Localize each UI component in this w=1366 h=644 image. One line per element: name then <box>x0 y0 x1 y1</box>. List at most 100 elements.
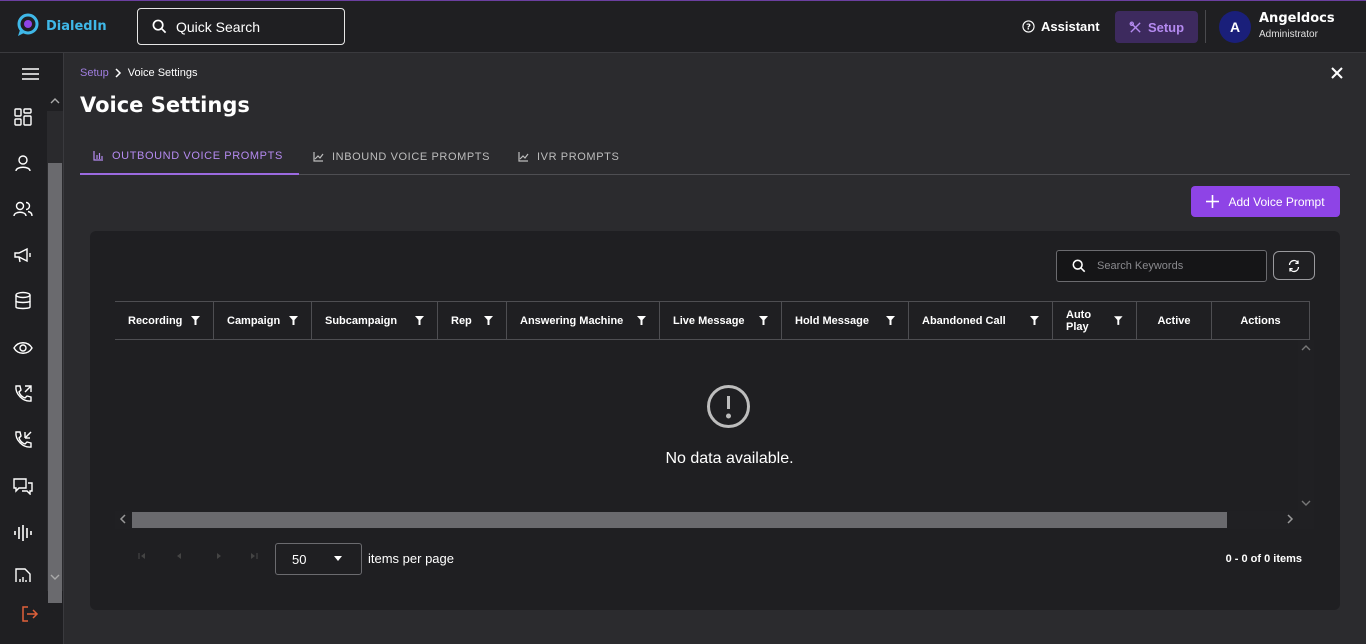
horizontal-scroll-thumb[interactable] <box>132 512 1227 528</box>
search-icon <box>152 19 167 34</box>
tab-label: OUTBOUND VOICE PROMPTS <box>112 149 283 162</box>
sidebar-item-reports[interactable] <box>12 568 34 582</box>
sidebar-item-outbound[interactable] <box>12 383 34 405</box>
filter-icon[interactable] <box>637 315 646 326</box>
previous-page-icon[interactable] <box>174 551 184 561</box>
column-header[interactable]: Campaign <box>214 302 312 339</box>
scroll-down-icon[interactable] <box>1301 499 1311 507</box>
table-vertical-scrollbar[interactable] <box>1298 340 1314 512</box>
scroll-right-icon[interactable] <box>1286 514 1294 524</box>
column-header[interactable]: Answering Machine <box>507 302 660 339</box>
breadcrumb: Setup Voice Settings <box>80 67 197 79</box>
sidebar-item-dashboard[interactable] <box>12 106 34 128</box>
filter-icon[interactable] <box>415 315 424 326</box>
column-header[interactable]: Actions <box>1212 302 1310 339</box>
column-header[interactable]: Auto Play <box>1053 302 1137 339</box>
logo-text: DialedIn <box>46 18 107 34</box>
menu-toggle-button[interactable] <box>22 67 39 86</box>
table-header: Recording Campaign Subcampaign Rep Answering… <box>115 301 1310 340</box>
column-header-label: Live Message <box>673 314 745 327</box>
last-page-icon[interactable] <box>249 551 259 561</box>
filter-icon[interactable] <box>886 315 895 326</box>
column-header[interactable]: Recording <box>115 302 214 339</box>
sidebar-item-database[interactable] <box>12 290 34 312</box>
column-header-label: Abandoned Call <box>922 314 1006 327</box>
column-header-label: Actions <box>1240 314 1281 327</box>
quick-search[interactable]: Quick Search <box>137 8 345 45</box>
tab-label: INBOUND VOICE PROMPTS <box>332 150 491 163</box>
tab-bar: OUTBOUND VOICE PROMPTS INBOUND VOICE PRO… <box>80 138 1350 175</box>
user-role: Administrator <box>1259 29 1318 40</box>
setup-button[interactable]: Setup <box>1115 11 1198 43</box>
column-header-label: Auto Play <box>1066 308 1092 333</box>
setup-label: Setup <box>1147 19 1185 35</box>
scroll-left-icon[interactable] <box>119 514 127 524</box>
column-header[interactable]: Hold Message <box>782 302 909 339</box>
assistant-button[interactable]: ? Assistant <box>1022 19 1100 34</box>
next-page-icon[interactable] <box>214 551 224 561</box>
add-voice-prompt-button[interactable]: Add Voice Prompt <box>1191 186 1340 217</box>
column-header[interactable]: Subcampaign <box>312 302 438 339</box>
scroll-up-icon[interactable] <box>1301 344 1311 352</box>
caret-down-icon <box>334 556 342 561</box>
tab-inbound-voice-prompts[interactable]: INBOUND VOICE PROMPTS <box>313 138 490 175</box>
close-icon <box>1331 67 1343 79</box>
exclamation-circle-icon <box>707 385 750 428</box>
filter-icon[interactable] <box>1030 315 1039 326</box>
bar-chart-icon <box>93 151 103 161</box>
tools-icon <box>1129 21 1141 33</box>
empty-state <box>706 384 751 434</box>
sidebar-item-user[interactable] <box>12 152 34 174</box>
sidebar-item-monitor[interactable] <box>12 337 34 359</box>
filter-icon[interactable] <box>759 315 768 326</box>
sidebar-item-inbound[interactable] <box>12 429 34 451</box>
first-page-icon[interactable] <box>137 551 147 561</box>
header-divider <box>1205 10 1206 43</box>
column-header[interactable]: Active <box>1137 302 1212 339</box>
line-chart-icon <box>518 152 529 162</box>
column-header[interactable]: Rep <box>438 302 507 339</box>
svg-text:?: ? <box>1026 22 1031 32</box>
avatar[interactable]: A <box>1219 11 1251 43</box>
sidebar-item-users[interactable] <box>12 198 34 220</box>
page-title: Voice Settings <box>80 93 250 117</box>
eye-icon <box>13 342 33 354</box>
column-header-label: Answering Machine <box>520 314 624 327</box>
item-count: 0 - 0 of 0 items <box>1225 553 1302 565</box>
sidebar-item-chat[interactable] <box>12 475 34 497</box>
filter-icon[interactable] <box>191 315 200 326</box>
outbound-call-icon <box>15 385 32 402</box>
top-bar: DialedIn Quick Search ? Assistant Setup … <box>0 0 1366 53</box>
filter-icon[interactable] <box>484 315 493 326</box>
filter-icon[interactable] <box>1114 315 1123 326</box>
audio-wave-icon <box>14 525 32 541</box>
column-header[interactable]: Abandoned Call <box>909 302 1053 339</box>
report-icon <box>15 568 31 582</box>
keyword-search-input[interactable] <box>1097 260 1257 272</box>
close-button[interactable] <box>1328 64 1346 87</box>
scroll-up-icon[interactable] <box>50 97 60 105</box>
sidebar-item-campaigns[interactable] <box>12 244 34 266</box>
refresh-icon <box>1288 259 1300 272</box>
refresh-button[interactable] <box>1273 251 1315 280</box>
tab-ivr-prompts[interactable]: IVR PROMPTS <box>518 138 619 175</box>
quick-search-label: Quick Search <box>176 18 261 35</box>
megaphone-icon <box>14 247 31 263</box>
column-header[interactable]: Live Message <box>660 302 782 339</box>
column-header-label: Recording <box>128 314 183 327</box>
filter-icon[interactable] <box>289 315 298 326</box>
app-logo[interactable]: DialedIn <box>14 12 107 40</box>
plus-icon <box>1206 195 1220 208</box>
column-header-label: Subcampaign <box>325 314 398 327</box>
page-size-select[interactable]: 50 <box>275 543 362 575</box>
items-per-page-label: items per page <box>368 551 454 566</box>
column-header-label: Campaign <box>227 314 281 327</box>
logout-button[interactable] <box>21 606 39 627</box>
tab-outbound-voice-prompts[interactable]: OUTBOUND VOICE PROMPTS <box>80 138 299 175</box>
page-size-value: 50 <box>292 551 307 567</box>
sidebar-scroll-thumb[interactable] <box>48 163 62 603</box>
scroll-down-icon[interactable] <box>50 573 60 581</box>
logo-icon <box>17 13 39 36</box>
sidebar-item-audio[interactable] <box>12 522 34 544</box>
breadcrumb-setup-link[interactable]: Setup <box>80 67 109 79</box>
